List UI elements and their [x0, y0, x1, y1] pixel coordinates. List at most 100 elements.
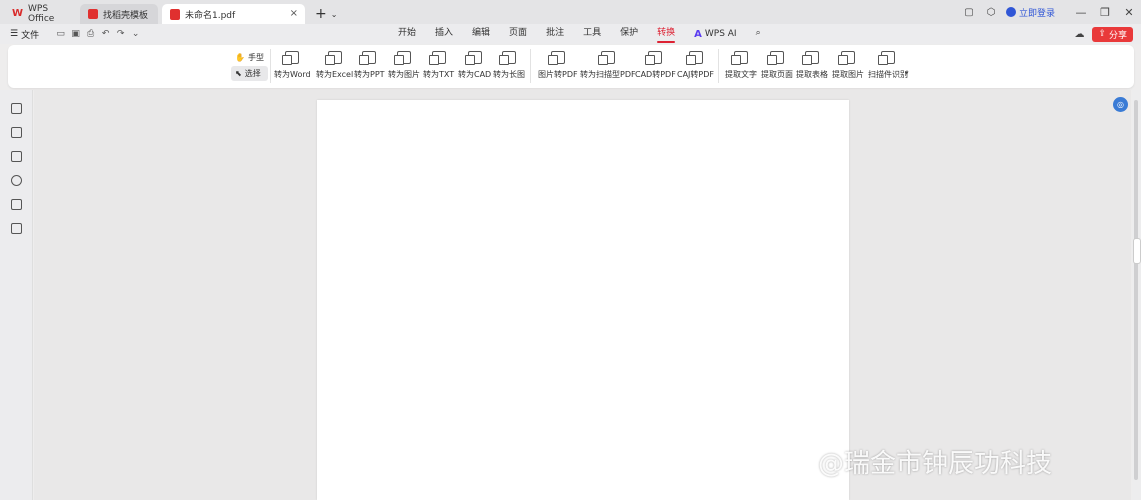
- file-menu-label: 文件: [21, 30, 40, 41]
- excel-icon: [324, 51, 342, 65]
- to-txt-button[interactable]: 转为TXT: [423, 49, 454, 85]
- close-window-icon[interactable]: ✕: [1117, 6, 1141, 19]
- open-folder-icon[interactable]: ▭: [53, 29, 68, 39]
- tab-insert[interactable]: 插入: [435, 24, 453, 44]
- to-image-button[interactable]: 转为图片: [388, 49, 420, 85]
- cad-icon: [464, 51, 482, 65]
- hand-label: 手型: [247, 53, 264, 62]
- search-icon[interactable]: ⌕: [756, 24, 761, 44]
- word-icon: [282, 51, 300, 65]
- wps-ai-label: WPS AI: [704, 29, 737, 39]
- hand-icon: ✋: [235, 53, 245, 62]
- layers-icon[interactable]: [11, 223, 22, 234]
- floating-tool-icon[interactable]: ◎: [1113, 97, 1128, 112]
- scan-recognition-icon: [878, 51, 895, 65]
- file-menu[interactable]: ☰ 文件: [10, 28, 39, 41]
- tab-wps-ai[interactable]: A WPS AI: [694, 29, 736, 40]
- save-icon[interactable]: ▣: [68, 29, 83, 39]
- redo-icon[interactable]: ↷: [113, 29, 128, 39]
- scan-recognition-button[interactable]: 扫描件识别: [868, 49, 908, 85]
- cursor-icon: ⬉: [235, 69, 242, 78]
- restore-icon[interactable]: ❐: [1093, 6, 1117, 19]
- button-label: 转为CAD: [458, 70, 492, 79]
- extract-image-button[interactable]: 提取图片: [832, 49, 864, 85]
- login-button[interactable]: 立即登录: [1005, 6, 1055, 19]
- share-button[interactable]: ⇪ 分享: [1092, 26, 1133, 42]
- long-image-icon: [499, 51, 516, 65]
- side-panel-handle[interactable]: [1133, 238, 1141, 264]
- to-ppt-button[interactable]: 转为PPT: [354, 49, 385, 85]
- thumbnail-icon[interactable]: [11, 127, 22, 138]
- to-cad-button[interactable]: 转为CAD: [458, 49, 491, 85]
- button-label: 转为扫描型PDF: [580, 70, 636, 79]
- extract-table-button[interactable]: 提取表格: [796, 49, 828, 85]
- divider: [270, 49, 271, 83]
- button-label: 提取页面: [761, 70, 793, 79]
- add-tab-icon[interactable]: +: [315, 4, 327, 24]
- hand-tool-button[interactable]: ✋ 手型: [231, 50, 268, 65]
- wps-logo-icon: W: [12, 8, 24, 19]
- scan-pdf-icon: [597, 51, 615, 65]
- share-icon: ⇪: [1098, 29, 1106, 39]
- button-label: 提取表格: [796, 70, 828, 79]
- scrollbar-thumb[interactable]: [1134, 100, 1138, 480]
- extract-table-icon: [802, 51, 819, 65]
- image-pdf-icon: [547, 51, 565, 65]
- button-label: 图片转PDF: [538, 70, 578, 79]
- to-scanned-pdf-button[interactable]: 转为扫描型PDF: [580, 49, 636, 85]
- tab-template[interactable]: 找稻壳模板: [80, 4, 158, 24]
- pdf-icon: [170, 8, 180, 20]
- chevron-down-icon[interactable]: ▾: [905, 69, 909, 77]
- tab-tools[interactable]: 工具: [583, 24, 601, 44]
- tab-page[interactable]: 页面: [509, 24, 527, 44]
- window-layout-icon[interactable]: ▢: [960, 3, 978, 21]
- button-label: CAJ转PDF: [677, 70, 715, 79]
- tab-wps-office[interactable]: W WPS Office: [4, 4, 76, 24]
- extract-page-button[interactable]: 提取页面: [761, 49, 793, 85]
- select-tool-button[interactable]: ⬉ 选择: [231, 66, 268, 81]
- bookmark-icon[interactable]: [11, 103, 22, 114]
- tab-comment[interactable]: 批注: [546, 24, 564, 44]
- button-label: 转为Excel: [316, 70, 354, 79]
- comment-icon[interactable]: [11, 151, 22, 162]
- caj-to-pdf-button[interactable]: CAJ转PDF: [677, 49, 714, 85]
- cursor-mode-group: ✋ 手型 ⬉ 选择: [231, 50, 268, 81]
- more-chevron-icon[interactable]: ⌄: [128, 29, 143, 39]
- docer-logo-icon: [88, 9, 98, 19]
- divider: [530, 49, 531, 83]
- select-label: 选择: [244, 69, 261, 78]
- undo-icon[interactable]: ↶: [98, 29, 113, 39]
- tab-label: WPS Office: [28, 4, 55, 24]
- tab-convert[interactable]: 转换: [657, 24, 676, 44]
- chevron-down-icon[interactable]: ⌄: [331, 4, 338, 24]
- image-icon: [394, 51, 411, 65]
- tab-start[interactable]: 开始: [398, 24, 416, 44]
- to-word-button[interactable]: 转为Word: [274, 49, 311, 85]
- vertical-scrollbar[interactable]: [1132, 90, 1141, 500]
- watermark-text: @瑞金市钟辰功科技: [818, 449, 1053, 479]
- ppt-icon: [359, 51, 377, 65]
- minimize-icon[interactable]: —: [1069, 6, 1093, 19]
- to-excel-button[interactable]: 转为Excel: [316, 49, 353, 85]
- image-to-pdf-button[interactable]: 图片转PDF: [538, 49, 578, 85]
- button-label: 转为PPT: [354, 70, 385, 79]
- left-sidebar: [0, 90, 33, 500]
- attachment-icon[interactable]: [11, 175, 22, 186]
- to-long-image-button[interactable]: 转为长图: [493, 49, 525, 85]
- ribbon-tabs: 开始 插入 编辑 页面 批注 工具 保护 转换 A WPS AI ⌕: [398, 24, 780, 44]
- extract-text-button[interactable]: 提取文字: [725, 49, 757, 85]
- button-label: 转为图片: [388, 70, 420, 79]
- cube-icon[interactable]: ⬡: [982, 3, 1000, 21]
- title-right-controls: ▢ ⬡ 立即登录 — ❐ ✕: [958, 0, 1141, 24]
- button-label: 转为长图: [493, 70, 525, 79]
- signature-icon[interactable]: [11, 199, 22, 210]
- pdf-page[interactable]: [317, 100, 849, 500]
- cad-pdf-icon: [645, 51, 663, 65]
- cloud-icon[interactable]: ☁: [1074, 29, 1084, 40]
- cad-to-pdf-button[interactable]: CAD转PDF: [635, 49, 676, 85]
- tab-document[interactable]: 未命名1.pdf ×: [162, 4, 305, 24]
- close-tab-icon[interactable]: ×: [290, 8, 298, 19]
- print-icon[interactable]: ⎙: [83, 29, 98, 39]
- tab-edit[interactable]: 编辑: [472, 24, 490, 44]
- tab-protect[interactable]: 保护: [620, 24, 638, 44]
